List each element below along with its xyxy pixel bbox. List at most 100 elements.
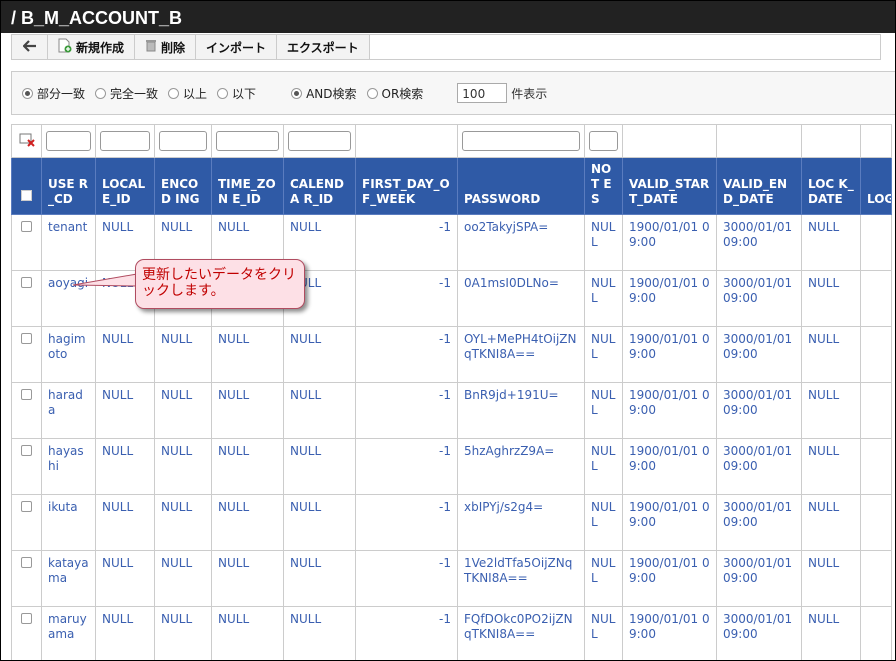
column-header[interactable]: USE R_CD: [41, 157, 96, 215]
table-cell[interactable]: 3000/01/01 09:00: [716, 438, 802, 495]
table-cell[interactable]: aoyagi: [41, 270, 96, 327]
table-cell[interactable]: [860, 270, 892, 327]
column-header[interactable]: LOC K_DATE: [801, 157, 861, 215]
radio-less-equal[interactable]: 以下: [217, 85, 256, 102]
table-cell[interactable]: NULL: [211, 606, 284, 660]
table-cell[interactable]: [860, 438, 892, 495]
table-cell[interactable]: 1900/01/01 09:00: [622, 326, 717, 383]
table-cell[interactable]: 3000/01/01 09:00: [716, 214, 802, 271]
table-cell[interactable]: NULL: [801, 326, 861, 383]
table-cell[interactable]: 3000/01/01 09:00: [716, 550, 802, 607]
row-checkbox[interactable]: [21, 221, 32, 232]
table-cell[interactable]: NULL: [211, 494, 284, 551]
table-cell[interactable]: oo2TakyjSPA=: [457, 214, 585, 271]
select-all-checkbox[interactable]: [21, 190, 32, 201]
table-cell[interactable]: 1900/01/01 09:00: [622, 270, 717, 327]
table-cell[interactable]: 3000/01/01 09:00: [716, 326, 802, 383]
export-button[interactable]: エクスポート: [277, 35, 370, 59]
table-cell[interactable]: harada: [41, 382, 96, 439]
table-cell[interactable]: NULL: [584, 270, 623, 327]
row-select-cell[interactable]: [11, 214, 42, 271]
column-header[interactable]: VALID_EN D_DATE: [716, 157, 802, 215]
table-cell[interactable]: [860, 214, 892, 271]
column-header[interactable]: CALENDA R_ID: [283, 157, 356, 215]
table-cell[interactable]: hagimoto: [41, 326, 96, 383]
table-cell[interactable]: -1: [355, 550, 458, 607]
display-count-input[interactable]: 100: [457, 83, 508, 103]
table-cell[interactable]: NULL: [154, 494, 212, 551]
table-cell[interactable]: NULL: [584, 550, 623, 607]
table-cell[interactable]: ikuta: [41, 494, 96, 551]
column-header[interactable]: ENCOD ING: [154, 157, 212, 215]
table-cell[interactable]: [860, 326, 892, 383]
table-cell[interactable]: 3000/01/01 09:00: [716, 270, 802, 327]
table-cell[interactable]: NULL: [154, 550, 212, 607]
table-cell[interactable]: NULL: [801, 438, 861, 495]
clear-filter-cell[interactable]: [11, 124, 42, 158]
table-cell[interactable]: NULL: [95, 494, 155, 551]
table-cell[interactable]: NULL: [283, 550, 356, 607]
table-row[interactable]: harada NULL NULL NULL NULL -1 BnR9jd+191U= NULL…: [11, 382, 892, 439]
table-cell[interactable]: NULL: [584, 606, 623, 660]
table-cell[interactable]: 1900/01/01 09:00: [622, 550, 717, 607]
table-cell[interactable]: NULL: [801, 214, 861, 271]
table-cell[interactable]: NULL: [584, 326, 623, 383]
column-header[interactable]: LOCAL E_ID: [95, 157, 155, 215]
table-cell[interactable]: 1Ve2ldTfa5OijZNqTKNI8A==: [457, 550, 585, 607]
table-cell[interactable]: -1: [355, 382, 458, 439]
table-row[interactable]: hagimoto NULL NULL NULL NULL -1 OYL+MePH4tOijZ…: [11, 326, 892, 383]
radio-and-search[interactable]: AND検索: [291, 85, 357, 102]
row-select-cell[interactable]: [11, 494, 42, 551]
clear-filter-icon[interactable]: [19, 133, 35, 150]
table-row[interactable]: hayashi NULL NULL NULL NULL -1 5hzAghrzZ9A= NUL…: [11, 438, 892, 495]
table-cell[interactable]: NULL: [801, 550, 861, 607]
table-cell[interactable]: NULL: [801, 270, 861, 327]
filter-input-encoding[interactable]: [159, 131, 207, 151]
filter-input-user-cd[interactable]: [46, 131, 91, 151]
table-cell[interactable]: [860, 382, 892, 439]
table-row[interactable]: katayama NULL NULL NULL NULL -1 1Ve2ldTfa5OijZ…: [11, 550, 892, 607]
table-cell[interactable]: NULL: [283, 382, 356, 439]
table-cell[interactable]: -1: [355, 270, 458, 327]
delete-button[interactable]: 削除: [135, 35, 197, 59]
table-cell[interactable]: NULL: [283, 606, 356, 660]
table-cell[interactable]: NULL: [584, 214, 623, 271]
table-cell[interactable]: NULL: [211, 382, 284, 439]
radio-greater-equal[interactable]: 以上: [168, 85, 207, 102]
table-cell[interactable]: NULL: [283, 438, 356, 495]
row-checkbox[interactable]: [21, 445, 32, 456]
table-cell[interactable]: [860, 494, 892, 551]
table-cell[interactable]: NULL: [801, 382, 861, 439]
row-checkbox[interactable]: [21, 333, 32, 344]
table-cell[interactable]: NULL: [154, 326, 212, 383]
row-checkbox[interactable]: [21, 613, 32, 624]
column-header[interactable]: LOGI E_CO: [860, 157, 892, 215]
table-cell[interactable]: OYL+MePH4tOijZNqTKNI8A==: [457, 326, 585, 383]
table-cell[interactable]: 0A1msI0DLNo=: [457, 270, 585, 327]
table-cell[interactable]: NULL: [211, 550, 284, 607]
table-cell[interactable]: -1: [355, 494, 458, 551]
table-cell[interactable]: maruyama: [41, 606, 96, 660]
table-cell[interactable]: 1900/01/01 09:00: [622, 438, 717, 495]
table-cell[interactable]: NULL: [283, 326, 356, 383]
back-button[interactable]: [12, 35, 48, 59]
table-cell[interactable]: NULL: [584, 438, 623, 495]
table-cell[interactable]: hayashi: [41, 438, 96, 495]
table-cell[interactable]: 3000/01/01 09:00: [716, 382, 802, 439]
filter-input-password[interactable]: [462, 131, 580, 151]
column-header[interactable]: NOT ES: [584, 157, 623, 215]
row-checkbox[interactable]: [21, 277, 32, 288]
table-cell[interactable]: -1: [355, 214, 458, 271]
table-cell[interactable]: NULL: [95, 382, 155, 439]
row-select-cell[interactable]: [11, 326, 42, 383]
filter-input-calendar-id[interactable]: [288, 131, 351, 151]
table-cell[interactable]: FQfDOkc0PO2ijZNqTKNI8A==: [457, 606, 585, 660]
table-cell[interactable]: NULL: [95, 438, 155, 495]
table-cell[interactable]: BnR9jd+191U=: [457, 382, 585, 439]
radio-or-search[interactable]: OR検索: [366, 85, 423, 102]
column-header[interactable]: VALID_STAR T_DATE: [622, 157, 717, 215]
filter-input-notes[interactable]: [589, 131, 618, 151]
table-cell[interactable]: 5hzAghrzZ9A=: [457, 438, 585, 495]
table-cell[interactable]: 1900/01/01 09:00: [622, 606, 717, 660]
radio-partial-match[interactable]: 部分一致: [22, 85, 85, 102]
